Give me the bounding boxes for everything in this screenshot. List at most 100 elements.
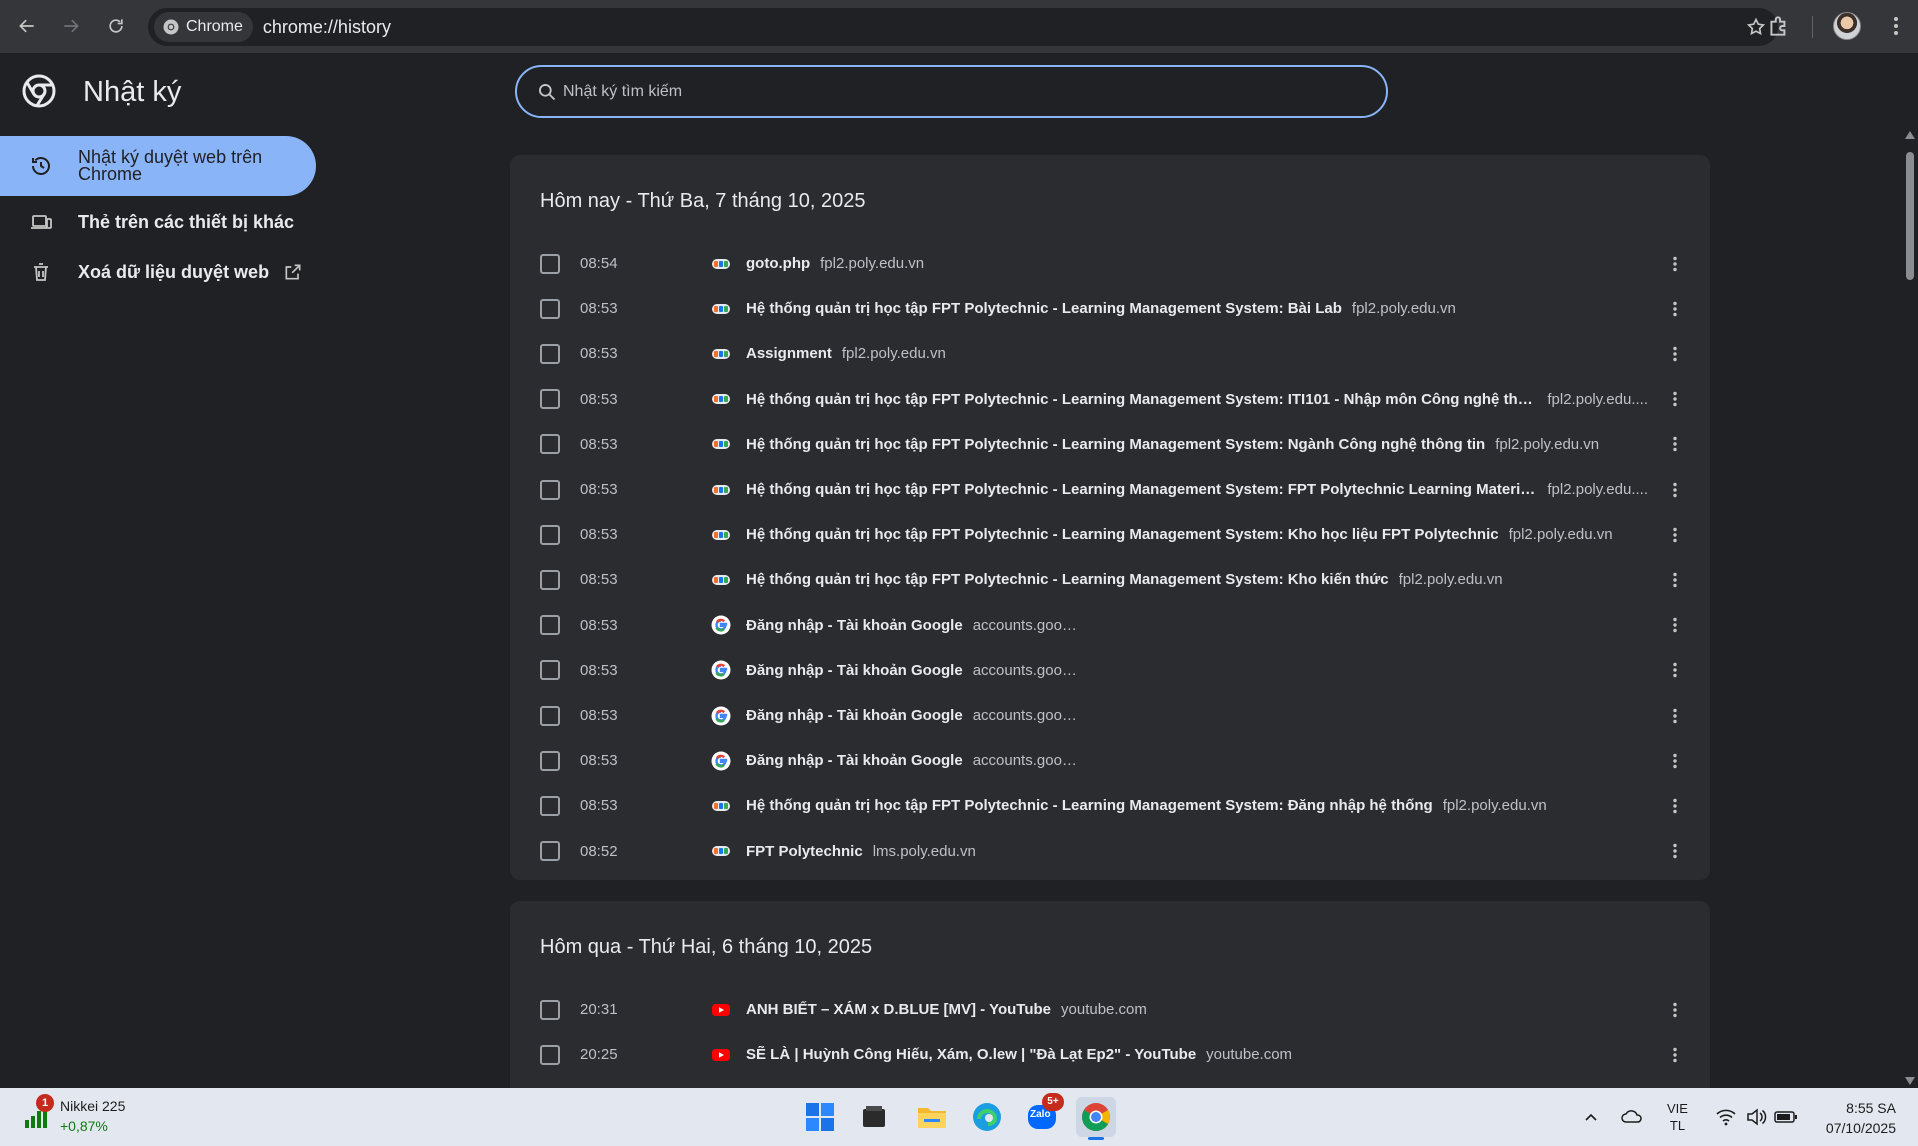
history-entry-row[interactable]: 08:54 goto.php fpl2.poly.edu.vn xyxy=(510,241,1710,286)
entry-checkbox[interactable] xyxy=(540,298,560,319)
volume-icon[interactable] xyxy=(1745,1107,1767,1127)
more-actions-icon[interactable] xyxy=(1665,299,1685,319)
entry-checkbox[interactable] xyxy=(540,1044,560,1065)
entry-title-link[interactable]: Hệ thống quản trị học tập FPT Polytechni… xyxy=(746,481,1537,498)
more-menu-icon[interactable] xyxy=(1884,14,1908,38)
taskbar-app-zalo[interactable]: Zalo 5+ xyxy=(1022,1093,1064,1137)
more-actions-icon[interactable] xyxy=(1665,1000,1685,1020)
history-entry-row[interactable]: 08:53 Assignment fpl2.poly.edu.vn xyxy=(510,331,1710,376)
sidebar-item-other-devices[interactable]: Thẻ trên các thiết bị khác xyxy=(0,207,316,237)
site-info-chip[interactable]: Chrome xyxy=(154,12,253,42)
taskbar-app-terminal[interactable] xyxy=(854,1097,894,1137)
history-entry-row[interactable]: 08:53 Đăng nhập - Tài khoản Google account… xyxy=(510,603,1710,648)
entry-checkbox[interactable] xyxy=(540,795,560,816)
entry-checkbox[interactable] xyxy=(540,389,560,410)
url-text[interactable]: chrome://history xyxy=(263,17,391,38)
taskbar-app-file-explorer[interactable] xyxy=(912,1097,952,1137)
history-entry-row[interactable]: 20:25 SẼ LÀ | Huỳnh Công Hiếu, Xám, O.lew… xyxy=(510,1032,1710,1077)
scroll-down-arrow-icon[interactable] xyxy=(1904,1076,1916,1086)
more-actions-icon[interactable] xyxy=(1665,1045,1685,1065)
entry-checkbox[interactable] xyxy=(540,524,560,545)
back-button[interactable] xyxy=(7,6,47,46)
start-button[interactable] xyxy=(800,1097,840,1137)
entry-title-link[interactable]: Hệ thống quản trị học tập FPT Polytechni… xyxy=(746,391,1537,408)
history-search-box[interactable] xyxy=(515,65,1388,118)
more-actions-icon[interactable] xyxy=(1665,615,1685,635)
reload-button[interactable] xyxy=(96,6,136,46)
forward-button[interactable] xyxy=(51,6,91,46)
history-entry-row[interactable]: 08:53 Hệ thống quản trị học tập FPT Polyt… xyxy=(510,286,1710,331)
scroll-up-arrow-icon[interactable] xyxy=(1904,130,1916,140)
system-clock[interactable]: 8:55 SA 07/10/2025 xyxy=(1826,1098,1896,1138)
history-entry-row[interactable]: 08:53 Hệ thống quản trị học tập FPT Polyt… xyxy=(510,422,1710,467)
history-entry-row[interactable]: 08:53 Hệ thống quản trị học tập FPT Polyt… xyxy=(510,512,1710,557)
history-entry-row[interactable]: 08:53 Đăng nhập - Tài khoản Google account… xyxy=(510,738,1710,783)
entry-checkbox[interactable] xyxy=(540,434,560,455)
entry-title-link[interactable]: Hệ thống quản trị học tập FPT Polytechni… xyxy=(746,526,1499,543)
google-favicon-icon xyxy=(711,615,731,635)
sidebar-item-chrome-history[interactable]: Nhật ký duyệt web trên Chrome xyxy=(0,136,316,196)
entry-checkbox[interactable] xyxy=(540,479,560,500)
sidebar-item-clear-browsing-data[interactable]: Xoá dữ liệu duyệt web xyxy=(0,257,316,287)
entry-title-link[interactable]: FPT Polytechnic xyxy=(746,843,863,860)
history-entry-row[interactable]: 08:52 FPT Polytechnic lms.poly.edu.vn xyxy=(510,829,1710,874)
input-language-indicator[interactable]: VIE TL xyxy=(1667,1100,1688,1134)
more-actions-icon[interactable] xyxy=(1665,434,1685,454)
more-actions-icon[interactable] xyxy=(1665,570,1685,590)
history-entry-row[interactable]: 08:53 Hệ thống quản trị học tập FPT Polyt… xyxy=(510,783,1710,828)
entry-time: 20:31 xyxy=(580,1001,618,1018)
history-entry-row[interactable]: 08:53 Hệ thống quản trị học tập FPT Polyt… xyxy=(510,377,1710,422)
more-actions-icon[interactable] xyxy=(1665,796,1685,816)
scroll-thumb[interactable] xyxy=(1906,152,1914,280)
wifi-icon[interactable] xyxy=(1715,1108,1737,1126)
onedrive-cloud-icon[interactable] xyxy=(1620,1107,1644,1125)
search-input[interactable] xyxy=(563,82,1343,101)
entry-title-link[interactable]: ANH BIẾT – XÁM x D.BLUE [MV] - YouTube xyxy=(746,1001,1051,1018)
stock-widget[interactable]: 1 Nikkei 225 +0,87% xyxy=(22,1094,125,1136)
entry-title-link[interactable]: Hệ thống quản trị học tập FPT Polytechni… xyxy=(746,436,1485,453)
entry-title-link[interactable]: Hệ thống quản trị học tập FPT Polytechni… xyxy=(746,571,1389,588)
more-actions-icon[interactable] xyxy=(1665,751,1685,771)
entry-checkbox[interactable] xyxy=(540,750,560,771)
omnibox[interactable]: Chrome chrome://history xyxy=(148,8,1778,46)
entry-title-link[interactable]: Hệ thống quản trị học tập FPT Polytechni… xyxy=(746,300,1342,317)
bookmark-star-icon[interactable] xyxy=(1746,17,1766,37)
more-actions-icon[interactable] xyxy=(1665,525,1685,545)
taskbar-app-chrome[interactable] xyxy=(1076,1097,1116,1140)
entry-checkbox[interactable] xyxy=(540,999,560,1020)
entry-title-link[interactable]: Đăng nhập - Tài khoản Google xyxy=(746,662,963,679)
taskbar-app-edge[interactable] xyxy=(967,1097,1007,1137)
chevron-up-icon[interactable] xyxy=(1584,1110,1598,1124)
history-entry-row[interactable]: 08:53 Hệ thống quản trị học tập FPT Polyt… xyxy=(510,467,1710,512)
history-entry-row[interactable]: 08:53 Đăng nhập - Tài khoản Google account… xyxy=(510,648,1710,693)
history-entry-row[interactable]: 08:53 Hệ thống quản trị học tập FPT Polyt… xyxy=(510,557,1710,602)
entry-checkbox[interactable] xyxy=(540,569,560,590)
more-actions-icon[interactable] xyxy=(1665,254,1685,274)
more-actions-icon[interactable] xyxy=(1665,389,1685,409)
entry-checkbox[interactable] xyxy=(540,705,560,726)
entry-title-link[interactable]: Đăng nhập - Tài khoản Google xyxy=(746,707,963,724)
history-entry-row[interactable]: 08:53 Đăng nhập - Tài khoản Google account… xyxy=(510,693,1710,738)
entry-title-link[interactable]: Đăng nhập - Tài khoản Google xyxy=(746,752,963,769)
extensions-icon[interactable] xyxy=(1766,13,1792,39)
history-entry-row[interactable]: 20:31 ANH BIẾT – XÁM x D.BLUE [MV] - YouT… xyxy=(510,987,1710,1032)
entry-checkbox[interactable] xyxy=(540,343,560,364)
entry-checkbox[interactable] xyxy=(540,841,560,862)
entry-checkbox[interactable] xyxy=(540,615,560,636)
entry-title-link[interactable]: goto.php xyxy=(746,255,810,272)
more-actions-icon[interactable] xyxy=(1665,660,1685,680)
more-actions-icon[interactable] xyxy=(1665,841,1685,861)
profile-avatar[interactable] xyxy=(1833,12,1861,40)
more-actions-icon[interactable] xyxy=(1665,344,1685,364)
more-actions-icon[interactable] xyxy=(1665,706,1685,726)
entry-title-link[interactable]: Hệ thống quản trị học tập FPT Polytechni… xyxy=(746,797,1433,814)
battery-icon[interactable] xyxy=(1774,1109,1798,1125)
arrow-left-icon xyxy=(19,19,34,33)
entry-title-link[interactable]: SẼ LÀ | Huỳnh Công Hiếu, Xám, O.lew | "Đ… xyxy=(746,1046,1196,1063)
page-scrollbar[interactable] xyxy=(1900,130,1918,1086)
entry-title-link[interactable]: Assignment xyxy=(746,345,832,362)
more-actions-icon[interactable] xyxy=(1665,480,1685,500)
entry-checkbox[interactable] xyxy=(540,253,560,274)
entry-title-link[interactable]: Đăng nhập - Tài khoản Google xyxy=(746,617,963,634)
entry-checkbox[interactable] xyxy=(540,660,560,681)
